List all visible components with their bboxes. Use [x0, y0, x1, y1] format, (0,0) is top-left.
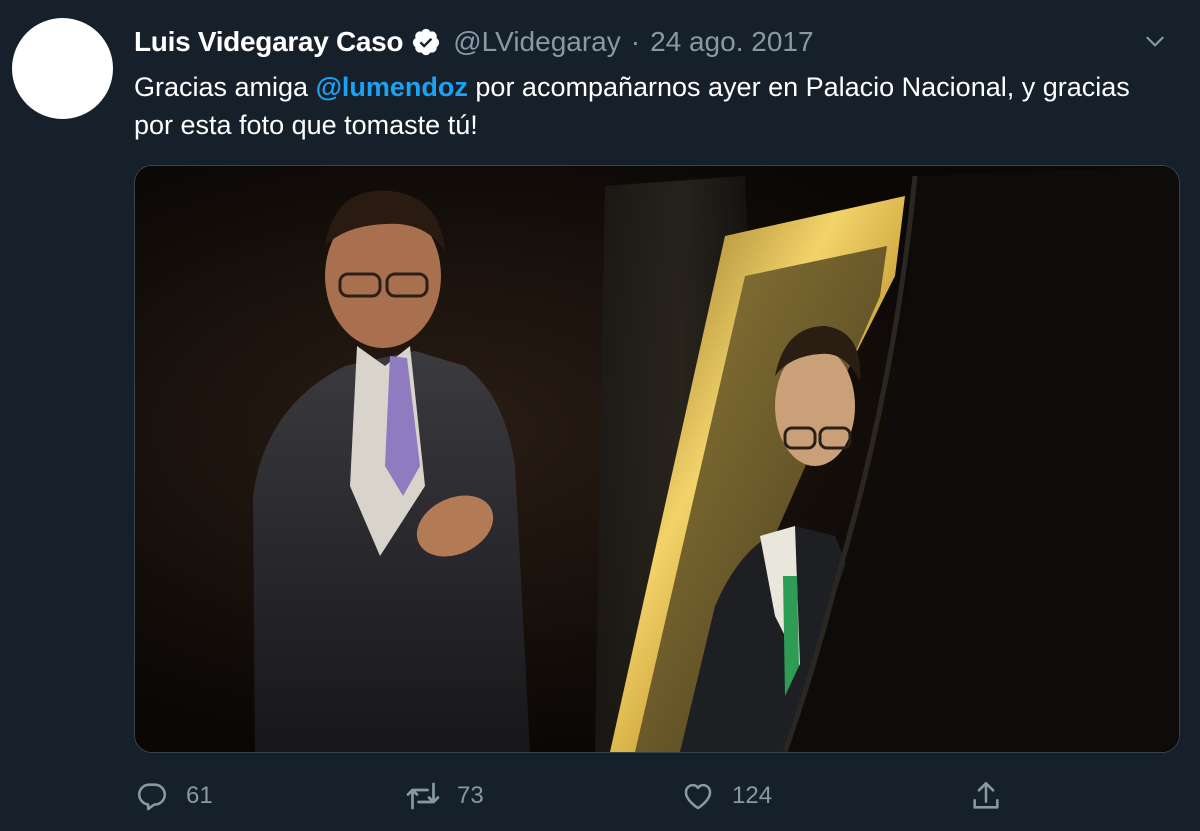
retweet-icon — [405, 778, 441, 814]
tweet-text: Gracias amiga @lumendoz por acompañarnos… — [134, 68, 1174, 144]
reply-button[interactable]: 61 — [134, 775, 213, 817]
author-name[interactable]: Luis Videgaray Caso — [134, 26, 404, 58]
tweet-header: Luis Videgaray Caso @LVidegaray · 24 ago… — [134, 22, 1170, 62]
heart-icon — [680, 778, 716, 814]
share-button[interactable] — [968, 775, 1004, 817]
tweet-date[interactable]: 24 ago. 2017 — [650, 26, 814, 58]
chevron-down-icon[interactable] — [1140, 26, 1170, 56]
separator-dot: · — [630, 26, 641, 57]
reply-icon — [134, 778, 170, 814]
retweet-button[interactable]: 73 — [405, 775, 484, 817]
like-count: 124 — [732, 782, 773, 809]
tweet-photo[interactable] — [134, 165, 1180, 753]
tweet-text-before: Gracias amiga — [134, 72, 316, 102]
tweet-actions: 61 73 124 — [134, 775, 1200, 817]
share-icon — [968, 778, 1004, 814]
verified-badge-icon — [411, 27, 441, 57]
author-handle[interactable]: @LVidegaray — [453, 26, 621, 58]
mention-link[interactable]: @lumendoz — [316, 72, 468, 102]
like-button[interactable]: 124 — [680, 775, 772, 817]
reply-count: 61 — [186, 782, 213, 809]
retweet-count: 73 — [457, 782, 484, 809]
avatar[interactable] — [12, 18, 113, 119]
